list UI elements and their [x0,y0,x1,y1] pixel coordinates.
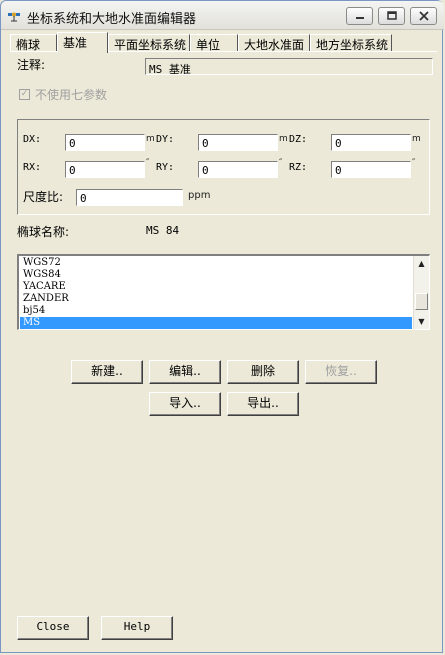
dy-field[interactable]: 0 [198,134,278,151]
rx-field[interactable]: 0 [65,161,145,178]
tab-ellipsoid[interactable]: 椭球 [10,34,57,52]
list-item-selected[interactable]: MS [20,317,412,329]
new-button[interactable]: 新建.. [71,360,143,384]
dx-unit: m [146,134,155,144]
dz-label: DZ: [289,134,308,145]
scroll-up-icon[interactable]: ▲ [414,256,429,271]
rz-field[interactable]: 0 [331,161,411,178]
rx-label: RX: [23,162,42,173]
list-item[interactable]: WGS72 [20,257,412,269]
dy-unit: m [279,134,288,144]
seven-param-checkbox[interactable]: ✓ [19,89,30,100]
delete-button[interactable]: 删除 [227,360,299,384]
tab-units[interactable]: 单位 [190,34,238,52]
restore-button: 恢复.. [305,360,377,384]
minimize-icon [355,17,364,19]
dz-unit: m [412,134,421,144]
list-scrollbar[interactable]: ▲ ▼ [413,256,429,329]
ry-field[interactable]: 0 [198,161,278,178]
window-title: 坐标系统和大地水准面编辑器 [27,12,197,27]
import-button[interactable]: 导入.. [149,392,221,416]
editor-window: 坐标系统和大地水准面编辑器 椭球 基准 平面坐标系统 单位 大地水准面 地方坐标… [0,0,444,653]
minimize-button[interactable] [346,7,373,25]
close-button[interactable]: Close [17,616,89,640]
tab-datum[interactable]: 基准 [57,32,108,53]
scale-field[interactable]: 0 [76,189,183,206]
rx-unit: ″ [146,158,150,168]
scale-unit: ppm [188,190,211,201]
dx-field[interactable]: 0 [65,134,145,151]
tab-local-coordinate-system[interactable]: 地方坐标系统 [310,34,392,52]
rz-unit: ″ [412,158,416,168]
dy-label: DY: [156,134,175,145]
ellipsoid-name-label: 椭球名称: [17,225,70,239]
comment-label: 注释: [17,58,46,72]
help-button[interactable]: Help [101,616,173,640]
dz-field[interactable]: 0 [331,134,411,151]
ry-label: RY: [156,162,175,173]
maximize-icon [386,11,397,20]
close-window-button[interactable] [410,7,437,25]
dx-label: DX: [23,134,42,145]
list-item[interactable]: YACARE [20,281,412,293]
scroll-thumb[interactable] [415,293,428,310]
ellipsoid-name-value: MS 84 [146,224,180,237]
scroll-down-icon[interactable]: ▼ [414,314,429,329]
export-button[interactable]: 导出.. [227,392,299,416]
rz-label: RZ: [289,162,308,173]
datum-listbox[interactable]: WGS72 WGS84 YACARE ZANDER bj54 MS ▲ ▼ [17,254,430,330]
satellite-icon [8,12,20,22]
seven-param-label: 不使用七参数 [35,88,108,102]
list-item[interactable]: ZANDER [20,293,412,305]
title-bar: 坐标系统和大地水准面编辑器 [1,1,444,30]
close-icon [418,11,429,21]
comment-field[interactable]: MS 基准 [145,58,433,75]
list-item[interactable]: bj54 [20,305,412,317]
tab-geoid[interactable]: 大地水准面 [238,34,310,52]
edit-button[interactable]: 编辑.. [149,360,221,384]
scale-label: 尺度比: [23,190,64,204]
list-item[interactable]: WGS84 [20,269,412,281]
ry-unit: ″ [279,158,283,168]
tab-plane-coordinate-system[interactable]: 平面坐标系统 [108,34,190,52]
maximize-button[interactable] [378,7,405,25]
